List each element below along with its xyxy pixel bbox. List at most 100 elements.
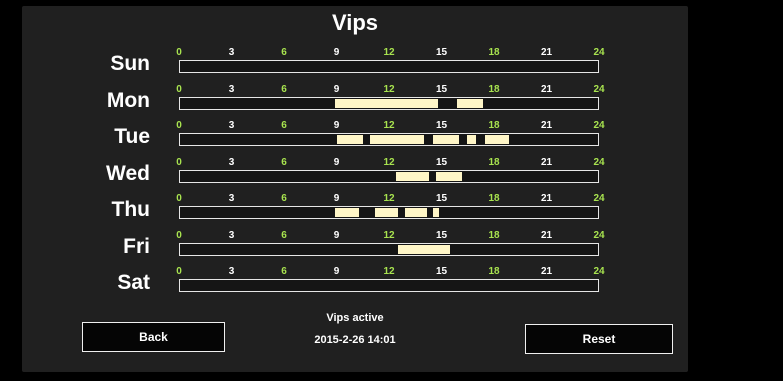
hour-tick: 21: [540, 83, 553, 95]
schedule-bar-sun[interactable]: [179, 60, 599, 73]
hour-tick: 3: [228, 229, 235, 241]
hour-tick: 18: [488, 229, 500, 241]
hour-tick: 6: [281, 120, 287, 131]
hour-tick: 21: [540, 193, 553, 204]
hour-ticks-fri: 0 3 6 9 12 15 18 21 24: [176, 229, 604, 242]
active-segment[interactable]: [375, 208, 398, 217]
hour-tick: 0: [176, 83, 182, 95]
hour-tick: 18: [488, 193, 500, 204]
hour-tick: 0: [176, 266, 182, 277]
hour-tick: 21: [540, 120, 553, 131]
hour-tick: 12: [383, 120, 395, 131]
hour-tick: 24: [593, 266, 605, 277]
hour-tick: 15: [435, 229, 448, 241]
hour-tick: 3: [228, 83, 235, 95]
hour-tick: 6: [281, 266, 287, 277]
hour-tick: 6: [281, 83, 287, 95]
hour-tick: 0: [176, 193, 182, 204]
hour-tick: 0: [176, 229, 182, 241]
day-label-thu: Thu: [111, 198, 150, 221]
schedule-bar-mon[interactable]: [179, 96, 599, 110]
hour-tick: 15: [435, 156, 448, 168]
hour-tick: 18: [488, 47, 500, 58]
day-label-fri: Fri: [123, 234, 150, 258]
hour-tick: 18: [488, 83, 500, 95]
day-label-wed: Wed: [106, 161, 150, 185]
page-title: Vips: [331, 10, 379, 35]
back-button[interactable]: Back: [82, 322, 225, 352]
hour-tick: 12: [383, 47, 395, 58]
hour-tick: 12: [383, 83, 395, 95]
hour-tick: 9: [333, 156, 340, 168]
hour-tick: 6: [281, 156, 287, 168]
hour-tick: 6: [281, 193, 287, 204]
active-segment[interactable]: [335, 208, 360, 217]
active-segment[interactable]: [456, 98, 484, 108]
hour-ticks-thu: 0 3 6 9 12 15 18 21 24: [176, 193, 604, 205]
hour-tick: 9: [333, 193, 340, 204]
hour-tick: 3: [228, 120, 235, 131]
schedule-bar-tue[interactable]: [179, 133, 599, 146]
hour-tick: 21: [540, 229, 553, 241]
hour-tick: 12: [383, 229, 395, 241]
hour-tick: 3: [228, 266, 235, 277]
hour-tick: 3: [228, 156, 235, 168]
hour-ticks-mon: 0 3 6 9 12 15 18 21 24: [176, 83, 604, 96]
hour-tick: 21: [540, 47, 553, 58]
hour-tick: 18: [488, 120, 500, 131]
schedule-bar-wed[interactable]: [179, 169, 599, 183]
reset-button[interactable]: Reset: [525, 324, 673, 354]
hour-ticks-sun: 0 3 6 9 12 15 18 21 24: [176, 47, 604, 59]
hour-ticks-wed: 0 3 6 9 12 15 18 21 24: [176, 156, 604, 169]
hour-tick: 9: [333, 83, 340, 95]
active-segment[interactable]: [432, 135, 459, 144]
day-label-tue: Tue: [114, 125, 150, 148]
day-label-sat: Sat: [117, 271, 150, 294]
schedule-bar-thu[interactable]: [179, 206, 599, 219]
hour-tick: 15: [435, 120, 448, 131]
hour-tick: 18: [488, 156, 500, 168]
hour-tick: 0: [176, 120, 182, 131]
hour-tick: 24: [593, 156, 605, 168]
hour-tick: 15: [435, 47, 448, 58]
hour-tick: 24: [593, 193, 605, 204]
hour-tick: 21: [540, 266, 553, 277]
hour-tick: 18: [488, 266, 500, 277]
hour-tick: 9: [333, 47, 340, 58]
hour-tick: 6: [281, 229, 287, 241]
hour-tick: 15: [435, 266, 448, 277]
hour-ticks-tue: 0 3 6 9 12 15 18 21 24: [176, 120, 604, 132]
hour-tick: 3: [228, 193, 235, 204]
active-segment[interactable]: [484, 135, 510, 144]
hour-tick: 15: [435, 83, 448, 95]
hour-tick: 9: [333, 266, 340, 277]
schedule-bar-fri[interactable]: [179, 242, 599, 256]
active-segment[interactable]: [432, 208, 440, 217]
active-segment[interactable]: [369, 135, 424, 144]
hour-tick: 0: [176, 47, 182, 58]
hour-tick: 3: [228, 47, 235, 58]
hour-tick: 24: [593, 47, 605, 58]
hour-tick: 24: [593, 83, 605, 95]
active-segment[interactable]: [335, 98, 438, 108]
active-segment[interactable]: [467, 135, 477, 144]
hour-tick: 9: [333, 229, 340, 241]
hour-tick: 12: [383, 156, 395, 168]
vips-schedule-screen: Vips Sun 0 3 6 9 12 15 18 21 24 Mon 0 3 6 9 12 15 18 21 24 T…: [22, 6, 688, 372]
hour-tick: 24: [593, 120, 605, 131]
day-label-sun: Sun: [110, 52, 150, 75]
day-label-mon: Mon: [106, 88, 150, 112]
hour-ticks-sat: 0 3 6 9 12 15 18 21 24: [176, 266, 604, 278]
active-segment[interactable]: [336, 135, 363, 144]
hour-tick: 12: [383, 266, 395, 277]
active-segment[interactable]: [404, 208, 428, 217]
active-segment[interactable]: [397, 244, 450, 254]
hour-tick: 21: [540, 156, 553, 168]
hour-tick: 12: [383, 193, 395, 204]
schedule-bar-sat[interactable]: [179, 279, 599, 292]
hour-tick: 15: [435, 193, 448, 204]
hour-tick: 24: [593, 229, 605, 241]
active-segment[interactable]: [436, 171, 463, 181]
active-segment[interactable]: [395, 171, 430, 181]
hour-tick: 6: [281, 47, 287, 58]
